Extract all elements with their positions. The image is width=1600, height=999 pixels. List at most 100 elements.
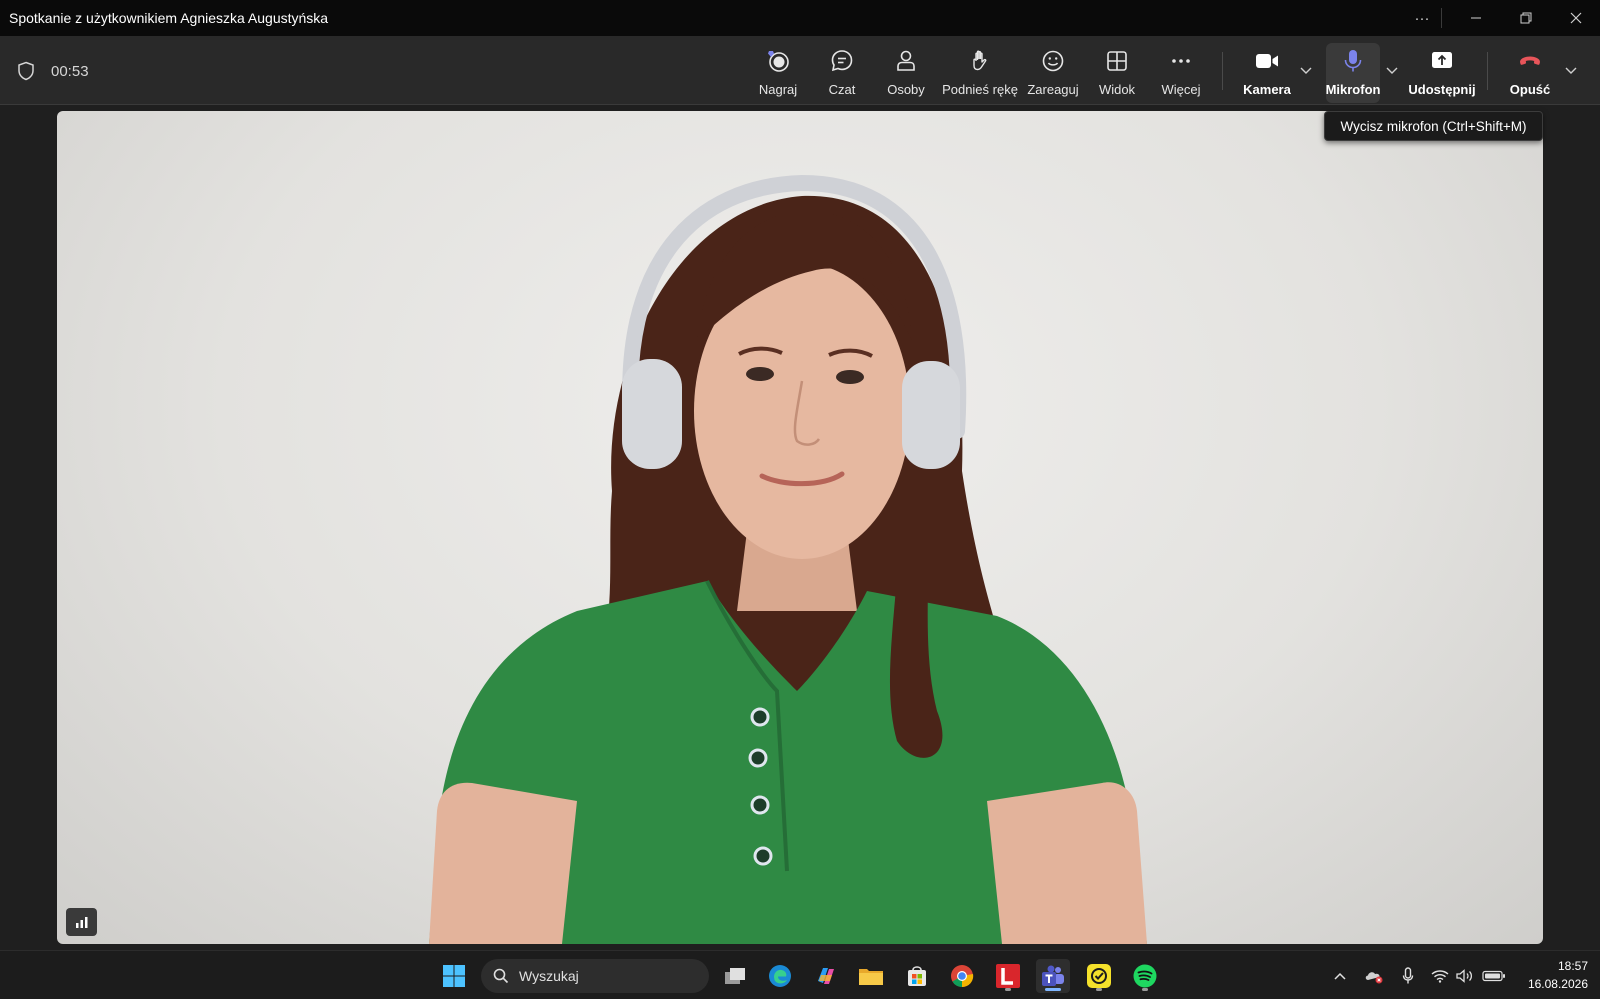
chat-icon: [831, 50, 853, 72]
mic-label: Mikrofon: [1325, 82, 1381, 97]
network-stats-button[interactable]: [66, 908, 97, 936]
taskbar-search[interactable]: Wyszukaj: [481, 959, 709, 993]
mic-in-use-tray-icon[interactable]: [1397, 966, 1419, 986]
close-icon: [1570, 12, 1582, 24]
folder-icon: [859, 969, 883, 985]
view-button[interactable]: Widok: [1092, 42, 1142, 102]
minimize-icon: [1471, 17, 1481, 19]
chat-label: Czat: [828, 82, 856, 97]
people-label: Osoby: [887, 82, 925, 97]
react-button[interactable]: Zareaguj: [1023, 42, 1083, 102]
minimize-button[interactable]: [1452, 0, 1500, 36]
more-icon: [1172, 59, 1190, 63]
title-bar: Spotkanie z użytkownikiem Agnieszka Augu…: [0, 0, 1600, 36]
clock-time: 18:57: [1557, 959, 1588, 973]
leave-label: Opuść: [1509, 82, 1551, 97]
grid-icon: [1107, 51, 1127, 71]
running-indicator: [1096, 988, 1102, 991]
shield-icon[interactable]: [17, 61, 35, 81]
video-camera-icon: [1256, 54, 1278, 68]
wifi-tray-icon[interactable]: [1429, 966, 1451, 986]
checkmark-app-icon: [1087, 964, 1111, 988]
raise-hand-button[interactable]: Podnieś rękę: [942, 42, 1018, 102]
window-title: Spotkanie z użytkownikiem Agnieszka Augu…: [9, 10, 329, 26]
todo-taskbar-icon[interactable]: [1082, 959, 1116, 993]
leave-button[interactable]: Opuść: [1502, 42, 1558, 102]
copilot-taskbar-icon[interactable]: [809, 959, 843, 993]
spotify-taskbar-icon[interactable]: [1128, 959, 1162, 993]
toolbar-separator-2: [1487, 52, 1488, 90]
copilot-icon: [818, 968, 834, 984]
restore-button[interactable]: [1502, 0, 1550, 36]
show-hidden-icons-button[interactable]: [1329, 966, 1351, 986]
speaker-icon: [1456, 969, 1473, 983]
teams-icon: [1042, 965, 1064, 986]
more-label: Więcej: [1161, 82, 1201, 97]
mic-button[interactable]: Mikrofon: [1326, 42, 1380, 102]
teams-taskbar-icon[interactable]: [1036, 959, 1070, 993]
clock-date: 16.08.2026: [1527, 977, 1588, 991]
windows-taskbar: Wyszukaj 18:57 16.08.2026: [0, 950, 1600, 999]
file-explorer-taskbar-icon[interactable]: [854, 959, 888, 993]
cloud-error-icon: [1365, 972, 1383, 984]
microphone-icon: [1344, 50, 1362, 72]
spotify-icon: [1133, 964, 1157, 988]
chat-button[interactable]: Czat: [817, 42, 867, 102]
share-button[interactable]: Udostępnij: [1408, 42, 1476, 102]
chevron-up-icon: [1334, 972, 1346, 980]
view-label: Widok: [1098, 82, 1136, 97]
task-view-icon: [725, 968, 745, 984]
leave-options-chevron-down-icon[interactable]: [1563, 62, 1579, 78]
toolbar-separator: [1222, 52, 1223, 90]
hang-up-icon: [1520, 56, 1540, 65]
raise-hand-label: Podnieś rękę: [942, 82, 1018, 97]
taskbar-clock[interactable]: 18:57 16.08.2026: [1512, 957, 1588, 993]
share-screen-icon: [1432, 52, 1452, 68]
participant-video[interactable]: [57, 111, 1543, 944]
people-icon: [897, 50, 915, 71]
edge-taskbar-icon[interactable]: [763, 959, 797, 993]
signal-bars-icon: [75, 917, 87, 928]
camera-button[interactable]: Kamera: [1239, 42, 1295, 102]
participant-video-image: [429, 174, 1147, 944]
meeting-timer: 00:53: [51, 63, 89, 80]
record-button[interactable]: Nagraj: [753, 42, 803, 102]
record-icon: [768, 51, 789, 72]
task-view-button[interactable]: [718, 959, 752, 993]
wifi-icon: [1431, 970, 1449, 983]
more-options-icon[interactable]: ···: [1398, 0, 1446, 36]
start-button[interactable]: [437, 959, 471, 993]
running-indicator: [1142, 988, 1148, 991]
smiley-icon: [1042, 50, 1064, 72]
hand-icon: [973, 50, 987, 71]
mic-options-chevron-down-icon[interactable]: [1384, 62, 1400, 78]
active-indicator: [1045, 988, 1061, 991]
more-button[interactable]: Więcej: [1156, 42, 1206, 102]
react-label: Zareaguj: [1027, 82, 1079, 97]
battery-tray-icon[interactable]: [1481, 966, 1507, 986]
people-button[interactable]: Osoby: [881, 42, 931, 102]
chrome-taskbar-icon[interactable]: [945, 959, 979, 993]
store-taskbar-icon[interactable]: [900, 959, 934, 993]
search-icon: [493, 968, 509, 984]
l-app-taskbar-icon[interactable]: [991, 959, 1025, 993]
volume-tray-icon[interactable]: [1454, 966, 1476, 986]
mic-tooltip: Wycisz mikrofon (Ctrl+Shift+M): [1324, 111, 1543, 141]
chrome-icon: [951, 965, 974, 988]
store-bag-icon: [908, 966, 926, 986]
onedrive-tray-icon[interactable]: [1363, 966, 1385, 986]
restore-icon: [1520, 12, 1532, 24]
letter-l-icon: [996, 964, 1020, 988]
windows-logo-icon: [443, 965, 465, 987]
battery-icon: [1482, 970, 1505, 982]
camera-options-chevron-down-icon[interactable]: [1298, 62, 1314, 78]
microphone-icon: [1402, 967, 1414, 984]
close-button[interactable]: [1552, 0, 1600, 36]
camera-label: Kamera: [1243, 82, 1291, 97]
search-placeholder: Wyszukaj: [519, 968, 579, 984]
running-indicator: [1005, 988, 1011, 991]
edge-icon: [769, 965, 791, 987]
title-separator: [1441, 8, 1442, 28]
record-label: Nagraj: [758, 82, 798, 97]
share-label: Udostępnij: [1408, 82, 1476, 97]
